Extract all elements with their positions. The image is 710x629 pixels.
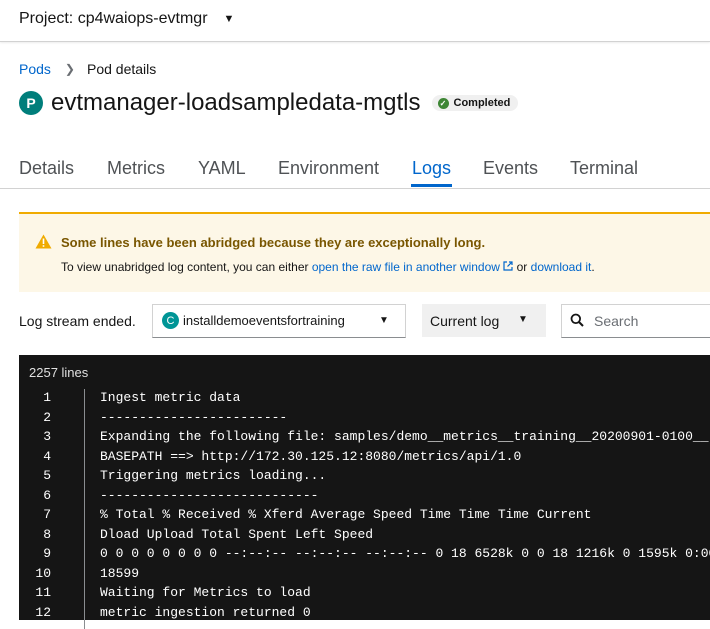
container-resource-badge: C [162, 312, 179, 329]
log-line: 11 Waiting for Metrics to load [19, 585, 710, 605]
log-line-count: 2257 lines [29, 365, 89, 380]
log-line: 2 ------------------------ [19, 410, 710, 430]
line-number: 11 [35, 585, 51, 600]
container-dropdown[interactable]: C installdemoeventsfortraining ▼ [152, 304, 406, 338]
log-line: 3 Expanding the following file: samples/d… [19, 429, 710, 449]
external-link-icon [503, 261, 513, 271]
log-type-dropdown[interactable]: Current log ▼ [422, 304, 546, 337]
line-number: 4 [43, 448, 51, 464]
active-tab-indicator [411, 184, 452, 187]
caret-down-icon: ▼ [379, 315, 389, 326]
line-text: Waiting for Metrics to load [100, 585, 311, 600]
breadcrumb: Pods ❯ Pod details [19, 61, 156, 77]
line-number: 7 [43, 507, 51, 522]
warning-alert: Some lines have been abridged because th… [19, 212, 710, 292]
line-text: Expanding the following file: samples/de… [100, 429, 709, 444]
status-label: Completed [453, 97, 511, 109]
status-badge: ✓ Completed [431, 95, 519, 111]
alert-text-middle: or [513, 260, 531, 274]
top-bar: Project: cp4waiops-evtmgr ▼ [0, 0, 710, 42]
open-raw-file-link[interactable]: open the raw file in another window [312, 260, 513, 274]
log-type-label: Current log [430, 313, 500, 329]
log-line: 4 BASEPATH ==> http://172.30.125.12:8080/… [19, 449, 710, 469]
search-input[interactable] [592, 311, 710, 331]
tab-terminal[interactable]: Terminal [570, 158, 638, 179]
page-heading: P evtmanager-loadsampledata-mgtls ✓ Comp… [19, 89, 519, 117]
log-line: 6 ---------------------------- [19, 488, 710, 508]
alert-body: To view unabridged log content, you can … [61, 260, 595, 274]
pod-resource-badge: P [19, 91, 43, 115]
breadcrumb-current: Pod details [86, 61, 157, 77]
line-text: Dload Upload Total Spent Left Speed [100, 526, 374, 542]
tab-yaml[interactable]: YAML [198, 158, 246, 179]
line-number: 5 [43, 468, 51, 483]
caret-down-icon: ▼ [223, 13, 235, 25]
check-circle-icon: ✓ [437, 97, 449, 109]
search-icon [570, 313, 584, 332]
log-viewer[interactable]: 2257 lines 1 Ingest metric data 2 --------… [19, 355, 710, 629]
download-link[interactable]: download it [531, 260, 592, 274]
open-raw-file-label: open the raw file in another window [311, 260, 500, 274]
log-line: 12 metric ingestion returned 0 [19, 605, 710, 625]
log-line: 9 0 0 0 0 0 0 0 0 --:--:-- --:--:-- --:--… [19, 546, 710, 566]
log-stream-status: Log stream ended. [19, 313, 136, 329]
line-number: 1 [43, 390, 51, 405]
project-selector[interactable]: Project: cp4waiops-evtmgr ▼ [19, 10, 234, 28]
warning-triangle-icon [35, 234, 52, 254]
line-number: 8 [43, 526, 51, 542]
line-text: BASEPATH ==> http://172.30.125.12:8080/m… [100, 448, 522, 464]
tab-details[interactable]: Details [19, 158, 74, 179]
alert-title: Some lines have been abridged because th… [61, 235, 486, 250]
tab-metrics[interactable]: Metrics [107, 158, 165, 179]
alert-text-after: . [591, 260, 595, 274]
line-number: 2 [43, 409, 51, 425]
container-name: installdemoeventsfortraining [183, 313, 345, 328]
line-number: 6 [43, 487, 51, 503]
tab-bar: Details Metrics YAML Environment Logs Ev… [0, 146, 710, 189]
log-line: 8 Dload Upload Total Spent Left Speed [19, 527, 710, 547]
breadcrumb-pods-link[interactable]: Pods [19, 61, 51, 77]
caret-down-icon: ▼ [518, 314, 528, 325]
chevron-right-icon: ❯ [64, 62, 75, 76]
line-text: ------------------------ [100, 409, 288, 425]
log-lines: 1 Ingest metric data 2 -------------------… [19, 390, 710, 624]
line-number: 3 [43, 429, 51, 444]
page-title: evtmanager-loadsampledata-mgtls [51, 89, 421, 116]
line-number: 9 [43, 546, 51, 561]
search-box [561, 304, 710, 338]
alert-text-before: To view unabridged log content, you can … [61, 260, 312, 274]
line-text: 0 0 0 0 0 0 0 0 --:--:-- --:--:-- --:--:… [100, 546, 710, 561]
tab-environment[interactable]: Environment [278, 158, 379, 179]
log-line: 5 Triggering metrics loading... [19, 468, 710, 488]
project-label: Project: cp4waiops-evtmgr [19, 10, 208, 27]
line-text: Triggering metrics loading... [100, 468, 327, 483]
log-line: 1 Ingest metric data [19, 390, 710, 410]
tab-logs[interactable]: Logs [412, 158, 451, 179]
line-number: 12 [35, 604, 51, 620]
line-number: 10 [35, 565, 51, 581]
line-text: 18599 [100, 565, 140, 581]
line-text: ---------------------------- [100, 487, 319, 503]
line-text: % Total % Received % Xferd Average Speed… [100, 507, 592, 522]
line-text: Ingest metric data [100, 390, 241, 405]
log-line: 7 % Total % Received % Xferd Average Spee… [19, 507, 710, 527]
log-line: 10 18599 [19, 566, 710, 586]
tab-events[interactable]: Events [483, 158, 538, 179]
line-text: metric ingestion returned 0 [100, 604, 311, 620]
